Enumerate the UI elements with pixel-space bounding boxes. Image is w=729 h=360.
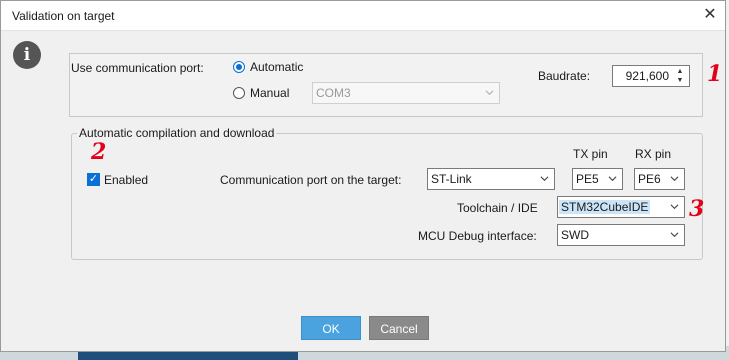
compilation-group-legend: Automatic compilation and download <box>77 126 277 140</box>
toolchain-label: Toolchain / IDE <box>457 201 538 215</box>
comm-port-target-select[interactable]: ST-Link <box>427 168 555 190</box>
ok-button[interactable]: OK <box>301 316 361 340</box>
port-select[interactable]: COM3 <box>312 82 500 104</box>
cancel-button[interactable]: Cancel <box>369 316 429 340</box>
tx-pin-header: TX pin <box>573 147 608 161</box>
manual-label[interactable]: Manual <box>250 86 289 100</box>
spin-up-icon[interactable]: ▲ <box>673 67 687 76</box>
rx-pin-header: RX pin <box>635 147 672 161</box>
toolchain-value: STM32CubeIDE <box>559 200 651 214</box>
chevron-down-icon <box>670 232 679 238</box>
rx-pin-value: PE6 <box>638 172 661 186</box>
validation-dialog: Validation on target ✕ i Use communicati… <box>0 0 726 352</box>
chevron-down-icon <box>670 204 679 210</box>
rx-pin-select[interactable]: PE6 <box>634 168 685 190</box>
title-bar: Validation on target ✕ <box>1 1 725 31</box>
automatic-radio[interactable] <box>233 61 245 73</box>
comm-port-target-value: ST-Link <box>431 172 472 186</box>
annotation-mark-2: 2 <box>91 139 107 165</box>
mcu-debug-label: MCU Debug interface: <box>418 229 537 243</box>
tx-pin-select[interactable]: PE5 <box>572 168 623 190</box>
enabled-label[interactable]: Enabled <box>104 173 148 187</box>
baudrate-spinner[interactable]: 921,600 ▲ ▼ <box>612 65 690 87</box>
automatic-label[interactable]: Automatic <box>250 60 303 74</box>
annotation-mark-1: 1 <box>707 61 723 87</box>
window-title: Validation on target <box>12 9 115 23</box>
annotation-mark-3: 3 <box>689 196 705 222</box>
mcu-debug-value: SWD <box>561 228 589 242</box>
use-comm-port-label: Use communication port: <box>71 61 204 75</box>
baudrate-value: 921,600 <box>625 69 669 83</box>
baudrate-label: Baudrate: <box>538 69 591 83</box>
mcu-debug-select[interactable]: SWD <box>557 224 685 246</box>
chevron-down-icon <box>485 90 494 96</box>
tx-pin-value: PE5 <box>576 172 599 186</box>
comm-port-target-label: Communication port on the target: <box>220 173 402 187</box>
manual-radio[interactable] <box>233 87 245 99</box>
close-button[interactable]: ✕ <box>695 1 725 31</box>
toolchain-select[interactable]: STM32CubeIDE <box>557 196 685 218</box>
spin-down-icon[interactable]: ▼ <box>673 76 687 85</box>
port-select-value: COM3 <box>316 86 351 100</box>
enabled-checkbox[interactable]: ✓ <box>87 173 100 186</box>
chevron-down-icon <box>608 176 617 182</box>
chevron-down-icon <box>540 176 549 182</box>
chevron-down-icon <box>670 176 679 182</box>
info-icon: i <box>13 41 41 69</box>
